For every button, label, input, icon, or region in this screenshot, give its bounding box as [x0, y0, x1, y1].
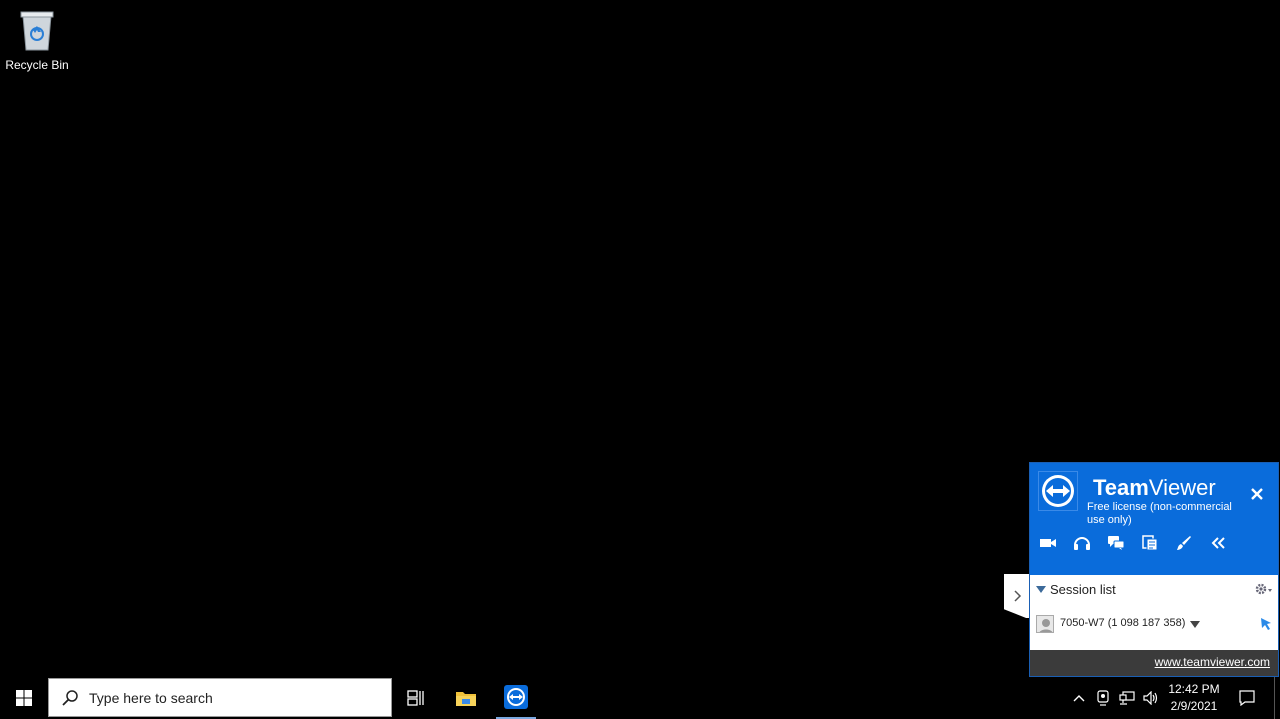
file-explorer-button[interactable]: [446, 677, 486, 719]
file-transfer-button[interactable]: [1138, 531, 1162, 555]
teamviewer-icon: [504, 685, 528, 709]
file-transfer-icon: [1142, 535, 1158, 551]
teamviewer-toolbar: [1036, 531, 1230, 555]
teamviewer-panel: TeamViewer Free license (non-commercial …: [1029, 462, 1279, 677]
speaker-icon: [1143, 691, 1158, 705]
headset-icon: [1074, 537, 1090, 550]
remote-control-button[interactable]: [1258, 616, 1274, 632]
action-center-button[interactable]: [1234, 677, 1260, 719]
pointer-icon: [1261, 618, 1271, 630]
network-button[interactable]: [1116, 677, 1138, 719]
session-list-header[interactable]: Session list: [1030, 576, 1278, 604]
video-icon: [1040, 539, 1056, 547]
teamviewer-footer: www.teamviewer.com: [1030, 650, 1278, 676]
chat-icon: [1108, 536, 1125, 550]
close-button[interactable]: [1246, 483, 1268, 505]
audio-button[interactable]: [1070, 531, 1094, 555]
teamviewer-logo: [1038, 471, 1078, 511]
teamviewer-website-link[interactable]: www.teamviewer.com: [1155, 655, 1270, 669]
collapse-button[interactable]: [1206, 531, 1230, 555]
settings-button[interactable]: [1254, 582, 1274, 598]
recycle-bin-shortcut[interactable]: Recycle Bin: [4, 8, 70, 72]
notification-icon: [1239, 690, 1255, 706]
chevron-up-icon: [1073, 695, 1085, 702]
clock-time: 12:42 PM: [1168, 682, 1220, 696]
clock-date: 2/9/2021: [1170, 699, 1218, 713]
start-button[interactable]: [0, 677, 48, 719]
windows-icon: [16, 690, 32, 706]
close-icon: [1251, 488, 1263, 500]
teamviewer-header: TeamViewer Free license (non-commercial …: [1030, 463, 1278, 575]
monitor-user-icon: [1097, 690, 1109, 706]
gear-icon: [1255, 583, 1272, 595]
system-clock[interactable]: 12:42 PM 2/9/2021: [1160, 681, 1228, 715]
volume-button[interactable]: [1140, 677, 1162, 719]
session-list-label: Session list: [1050, 582, 1116, 597]
teamviewer-title: TeamViewer: [1093, 475, 1216, 500]
show-desktop-button[interactable]: [1274, 677, 1280, 719]
chevron-right-icon: [1014, 590, 1022, 602]
user-icon: [1039, 619, 1053, 632]
whiteboard-button[interactable]: [1172, 531, 1196, 555]
network-icon: [1119, 691, 1135, 705]
teamviewer-expand-tab[interactable]: [1004, 574, 1030, 618]
show-hidden-icons-button[interactable]: [1068, 677, 1090, 719]
task-view-button[interactable]: [396, 677, 436, 719]
license-text: Free license (non-commercial use only): [1087, 501, 1232, 526]
collapse-triangle-icon: [1036, 586, 1046, 593]
file-explorer-icon: [456, 692, 476, 706]
avatar: [1036, 615, 1054, 633]
task-view-icon: [407, 690, 424, 706]
session-name: 7050-W7 (1 098 187 358): [1060, 617, 1186, 629]
teamviewer-tray-button[interactable]: [1092, 677, 1114, 719]
chat-button[interactable]: [1104, 531, 1128, 555]
session-item[interactable]: 7050-W7 (1 098 187 358): [1036, 613, 1274, 635]
search-placeholder: Type here to search: [89, 690, 213, 706]
teamviewer-logo-icon: [1042, 475, 1074, 507]
whiteboard-icon: [1177, 536, 1191, 550]
search-icon: [62, 690, 78, 706]
video-button[interactable]: [1036, 531, 1060, 555]
teamviewer-taskbar-button[interactable]: [496, 677, 536, 719]
recycle-bin-icon: [20, 11, 54, 51]
taskbar: Type here to search 12:42 PM 2/9/2021: [0, 677, 1280, 719]
collapse-icon: [1211, 537, 1225, 549]
search-input[interactable]: Type here to search: [48, 678, 392, 717]
chevron-down-icon[interactable]: [1190, 621, 1200, 628]
recycle-bin-label: Recycle Bin: [5, 58, 69, 72]
